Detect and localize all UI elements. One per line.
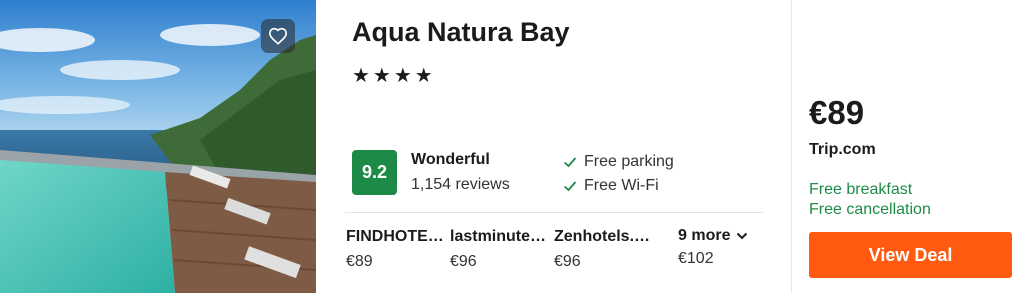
favorite-button[interactable] — [261, 19, 295, 53]
deal-provider: FINDHOTEL.net — [346, 228, 446, 245]
chevron-down-icon — [737, 232, 748, 240]
amenity-label: Free Wi-Fi — [584, 177, 659, 194]
star-rating: ★★★★ — [352, 65, 436, 87]
deal-price: €89 — [346, 253, 373, 270]
deal-provider: Zenhotels.com — [554, 228, 654, 245]
deal-option[interactable]: FINDHOTEL.net €89 — [346, 228, 446, 271]
perk-free-cancellation: Free cancellation — [809, 201, 931, 218]
view-deal-button[interactable]: View Deal — [809, 232, 1012, 278]
divider — [791, 0, 792, 293]
deal-option[interactable]: lastminute.com €96 — [450, 228, 550, 271]
hotel-photo[interactable] — [0, 0, 316, 293]
more-deals-label: 9 more — [678, 227, 731, 244]
deal-provider: lastminute.com — [450, 228, 550, 245]
rating-label: Wonderful — [411, 151, 490, 168]
deal-price: €96 — [554, 253, 581, 270]
heart-icon — [268, 27, 288, 45]
deal-option[interactable]: Zenhotels.com €96 — [554, 228, 654, 271]
hotel-name[interactable]: Aqua Natura Bay — [352, 17, 570, 48]
review-count[interactable]: 1,154 reviews — [411, 176, 510, 194]
best-price[interactable]: €89 — [809, 94, 864, 132]
review-score-badge: 9.2 — [352, 150, 397, 195]
more-deals-button[interactable]: 9 more — [678, 227, 748, 245]
divider — [345, 212, 763, 213]
perk-free-breakfast: Free breakfast — [809, 181, 913, 198]
amenity-label: Free parking — [584, 153, 674, 170]
hotel-result-card: Aqua Natura Bay ★★★★ 9.2 Wonderful 1,154… — [0, 0, 1024, 293]
amenity-item: Free Wi-Fi — [562, 177, 659, 195]
check-icon — [563, 181, 577, 192]
check-icon — [563, 157, 577, 168]
more-deals-price: €102 — [678, 250, 714, 267]
booking-site: Trip.com — [809, 141, 876, 158]
amenity-item: Free parking — [562, 153, 674, 171]
deal-price: €96 — [450, 253, 477, 270]
